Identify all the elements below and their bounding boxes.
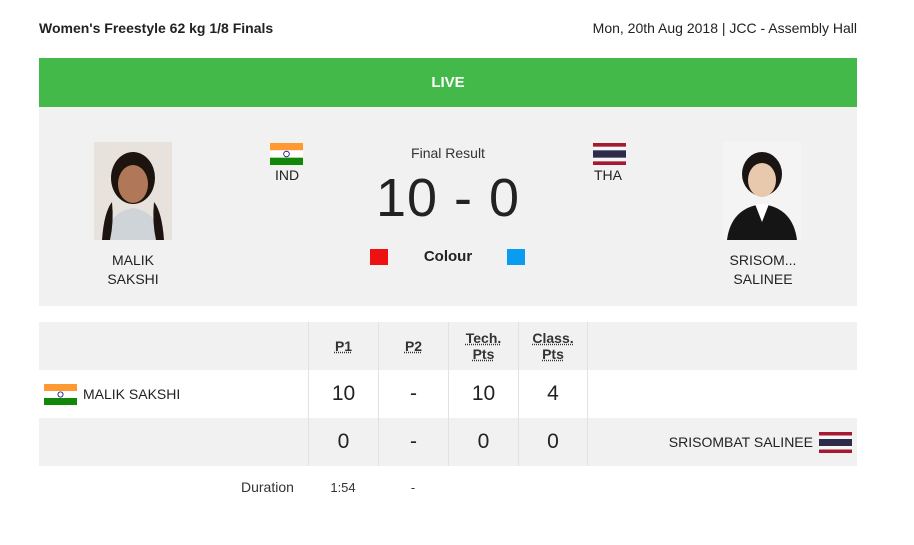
cell-tech: 10 <box>448 370 518 418</box>
live-label: LIVE <box>431 74 465 91</box>
cell-tech-value: 0 <box>477 430 490 453</box>
table-row: MALIK SAKSHI 10 - 10 4 <box>39 370 857 418</box>
duration-p1: 1:54 <box>330 480 356 495</box>
match-panel: MALIK SAKSHI SRISOM... SALINEE IND THA F… <box>39 107 857 306</box>
cell-p1: 10 <box>308 370 378 418</box>
blue-colour-swatch <box>507 249 525 265</box>
row-wrestler-red: MALIK SAKSHI <box>44 370 180 418</box>
cell-p2: - <box>378 418 448 466</box>
duration-p2: - <box>410 480 416 495</box>
table-row: 0 - 0 0 SRISOMBAT SALINEE <box>39 418 857 466</box>
duration-label: Duration <box>241 479 294 495</box>
header-tech-line1: Tech. <box>465 330 502 346</box>
row-wrestler-blue: SRISOMBAT SALINEE <box>669 418 852 466</box>
cell-tech: 0 <box>448 418 518 466</box>
header-tech-line2: Pts <box>472 346 495 362</box>
live-banner: LIVE <box>39 58 857 107</box>
header-class-pts: Class. Pts <box>518 322 588 370</box>
header-p1-label: P1 <box>334 338 353 354</box>
cell-class: 4 <box>518 370 588 418</box>
cell-p1: 0 <box>308 418 378 466</box>
match-score: 10 - 0 <box>375 168 521 228</box>
cell-class: 0 <box>518 418 588 466</box>
row-wrestler-red-name: MALIK SAKSHI <box>83 386 181 402</box>
row-wrestler-blue-name: SRISOMBAT SALINEE <box>668 434 813 450</box>
cell-p1-value: 10 <box>331 382 356 405</box>
cell-class-value: 4 <box>547 382 559 405</box>
cell-p1-value: 0 <box>337 430 350 453</box>
event-meta: Mon, 20th Aug 2018 | JCC - Assembly Hall <box>592 20 857 36</box>
table-header-row: P1 P2 Tech. Pts Class. Pts <box>39 322 857 370</box>
header-class-line2: Pts <box>542 346 564 362</box>
cell-p2: - <box>378 370 448 418</box>
wrestler-name-red-line2: SAKSHI <box>107 271 159 287</box>
cell-p2-value: - <box>410 430 417 453</box>
header-tech-pts: Tech. Pts <box>448 322 518 370</box>
cell-tech-value: 10 <box>471 382 496 405</box>
result-label: Final Result <box>411 145 485 161</box>
event-title: Women's Freestyle 62 kg 1/8 Finals <box>39 20 274 36</box>
india-flag-icon <box>44 383 77 405</box>
wrestler-name-blue-line2: SALINEE <box>733 271 793 287</box>
header-p1: P1 <box>308 322 378 370</box>
cell-p2-value: - <box>410 382 417 405</box>
colour-label: Colour <box>423 248 473 265</box>
header-class-line1: Class. <box>532 330 574 346</box>
header-p2-label: P2 <box>404 338 423 354</box>
cell-class-value: 0 <box>547 430 559 453</box>
header-p2: P2 <box>378 322 448 370</box>
thailand-flag-icon <box>819 431 852 453</box>
